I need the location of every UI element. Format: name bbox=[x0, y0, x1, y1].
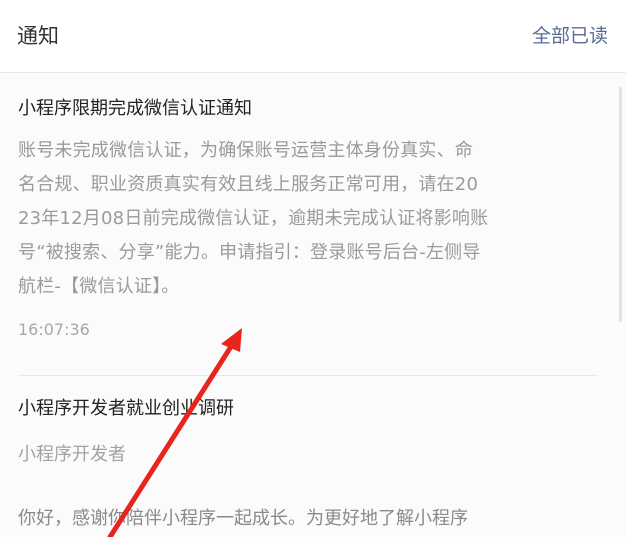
scrollbar[interactable] bbox=[619, 87, 622, 322]
page-title: 通知 bbox=[17, 24, 59, 48]
notification-item[interactable]: 小程序开发者就业创业调研 小程序开发者 你好，感谢你陪伴小程序一起成长。为更好地… bbox=[18, 396, 598, 530]
notification-body-line: 名合规、职业资质真实有效且线上服务正常可用，请在20 bbox=[18, 174, 479, 195]
notification-body: 账号未完成微信认证，为确保账号运营主体身份真实、命 名合规、职业资质真实有效且线… bbox=[18, 134, 598, 304]
divider bbox=[18, 375, 598, 376]
notification-time: 16:07:36 bbox=[18, 320, 90, 339]
notification-body-line: 23年12月08日前完成微信认证，逾期未完成认证将影响账 bbox=[18, 208, 489, 229]
notification-sender: 小程序开发者 bbox=[18, 444, 126, 465]
notification-header: 通知 全部已读 bbox=[0, 0, 626, 73]
notification-item[interactable]: 小程序限期完成微信认证通知 账号未完成微信认证，为确保账号运营主体身份真实、命 … bbox=[18, 96, 598, 339]
notification-body-line: 号“被搜索、分享”能力。申请指引：登录账号后台-左侧导 bbox=[18, 242, 481, 263]
notification-body-line: 航栏-【微信认证】。 bbox=[18, 276, 180, 297]
notification-body-preview: 你好，感谢你陪伴小程序一起成长。为更好地了解小程序 bbox=[18, 508, 468, 529]
mark-all-read-link[interactable]: 全部已读 bbox=[532, 21, 608, 48]
notification-title: 小程序开发者就业创业调研 bbox=[18, 398, 234, 419]
notification-title: 小程序限期完成微信认证通知 bbox=[18, 98, 252, 119]
notification-list[interactable]: 小程序限期完成微信认证通知 账号未完成微信认证，为确保账号运营主体身份真实、命 … bbox=[0, 73, 626, 537]
notification-body-line: 账号未完成微信认证，为确保账号运营主体身份真实、命 bbox=[18, 140, 473, 161]
